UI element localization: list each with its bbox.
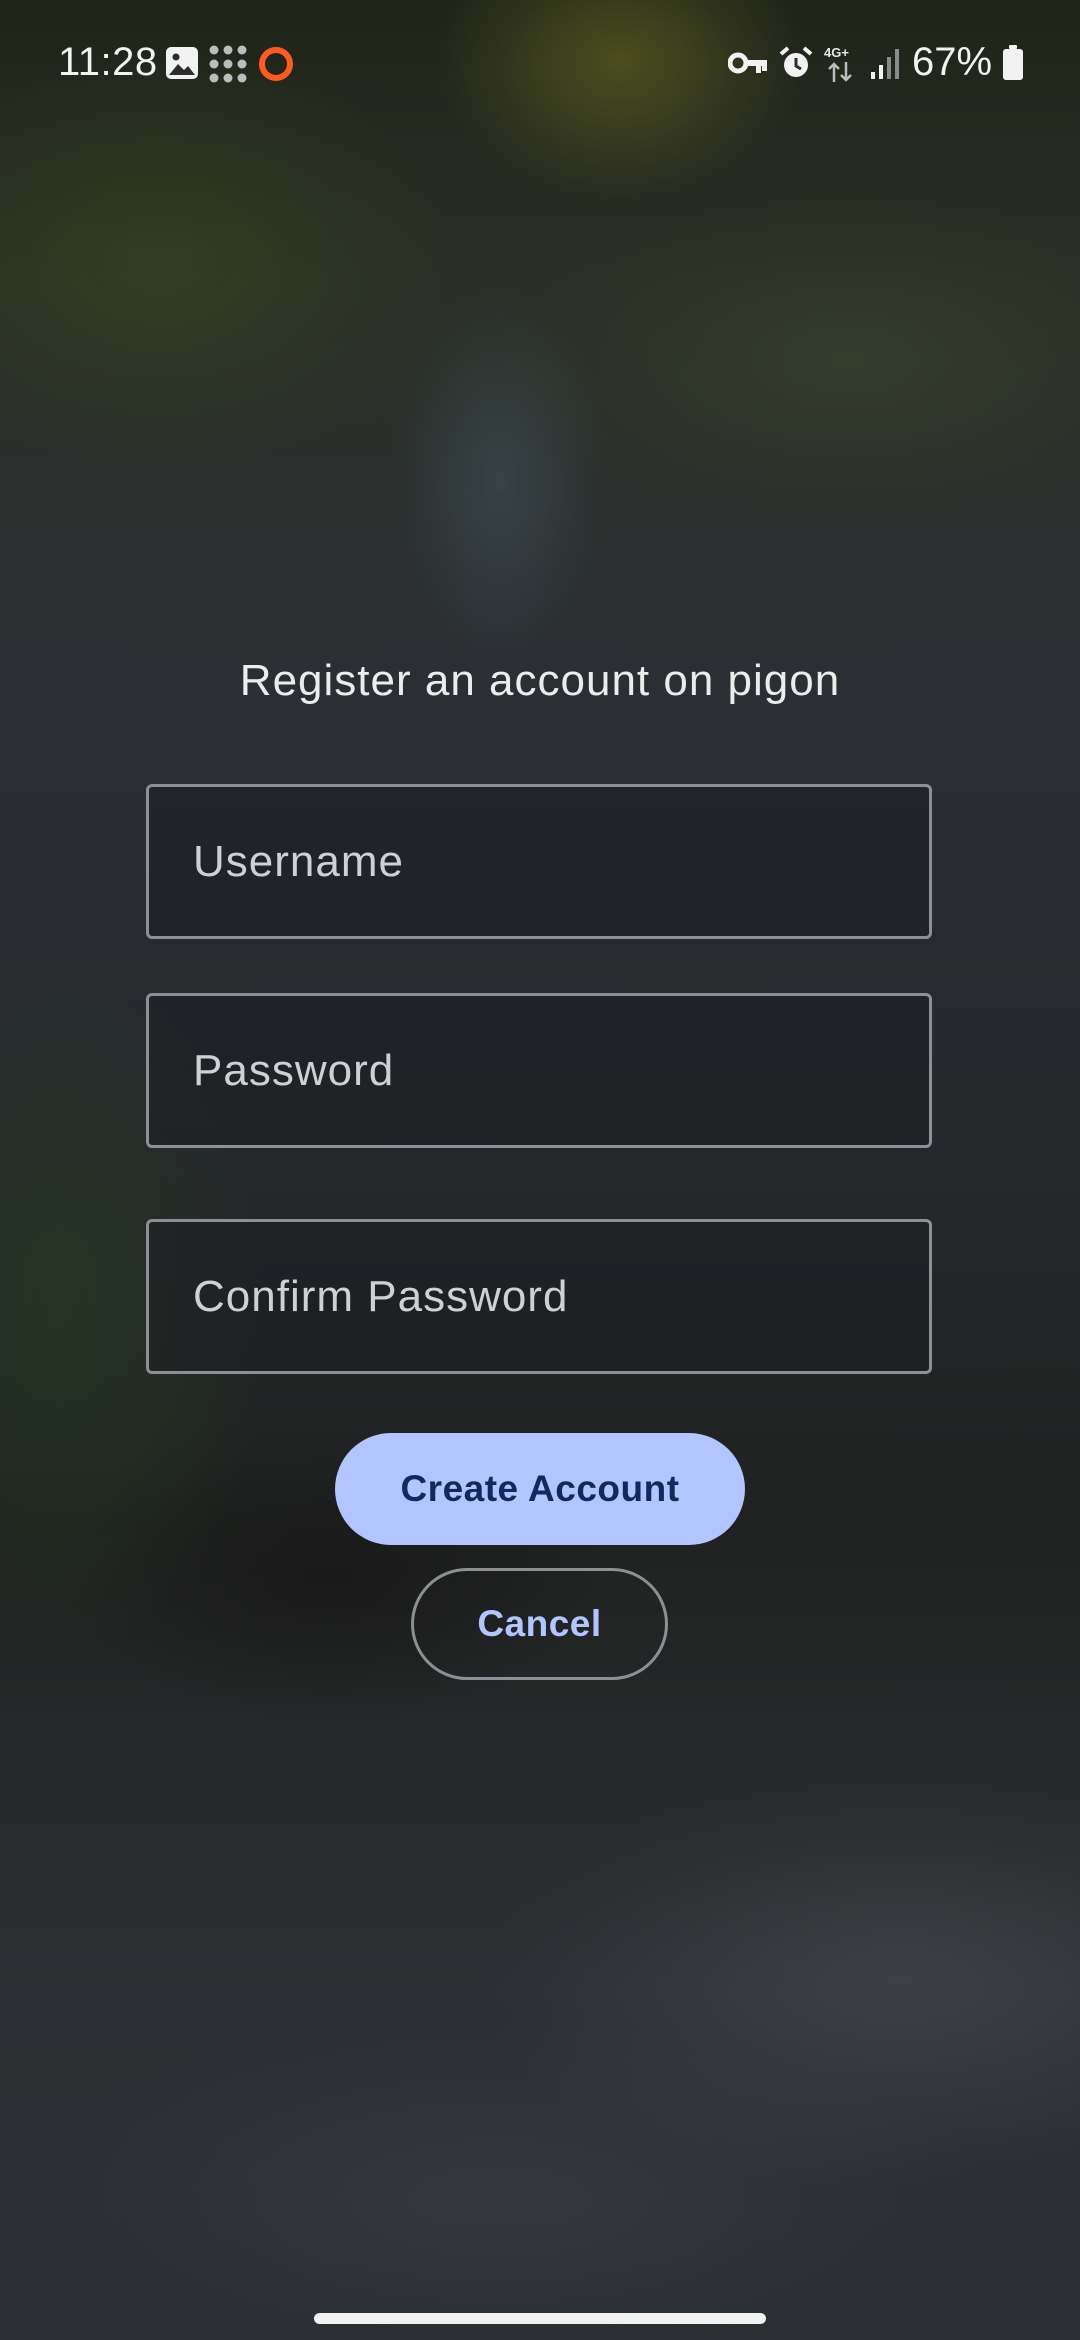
page-title: Register an account on pigon <box>239 656 841 705</box>
username-input[interactable] <box>193 787 893 936</box>
username-field[interactable] <box>146 784 932 939</box>
gallery-icon <box>166 47 198 79</box>
apps-grid-icon <box>209 45 247 83</box>
cancel-button[interactable]: Cancel <box>411 1568 668 1680</box>
record-circle-icon <box>259 47 293 81</box>
battery-percent: 67% <box>912 40 993 84</box>
password-input[interactable] <box>193 996 893 1145</box>
mobile-data-icon: 4G+ <box>824 45 852 82</box>
create-account-button[interactable]: Create Account <box>335 1433 745 1545</box>
blurred-background <box>0 0 1080 2340</box>
confirm-password-field[interactable] <box>146 1219 932 1374</box>
vpn-key-icon <box>728 52 767 74</box>
battery-icon <box>1003 45 1023 80</box>
password-field[interactable] <box>146 993 932 1148</box>
signal-icon <box>871 49 899 79</box>
confirm-password-input[interactable] <box>193 1222 893 1371</box>
alarm-icon <box>779 46 813 77</box>
svg-text:4G+: 4G+ <box>824 45 849 60</box>
status-time: 11:28 <box>58 40 158 84</box>
status-bar: 11:28 4G+ 67% <box>0 0 1080 130</box>
home-indicator[interactable] <box>314 2313 766 2324</box>
